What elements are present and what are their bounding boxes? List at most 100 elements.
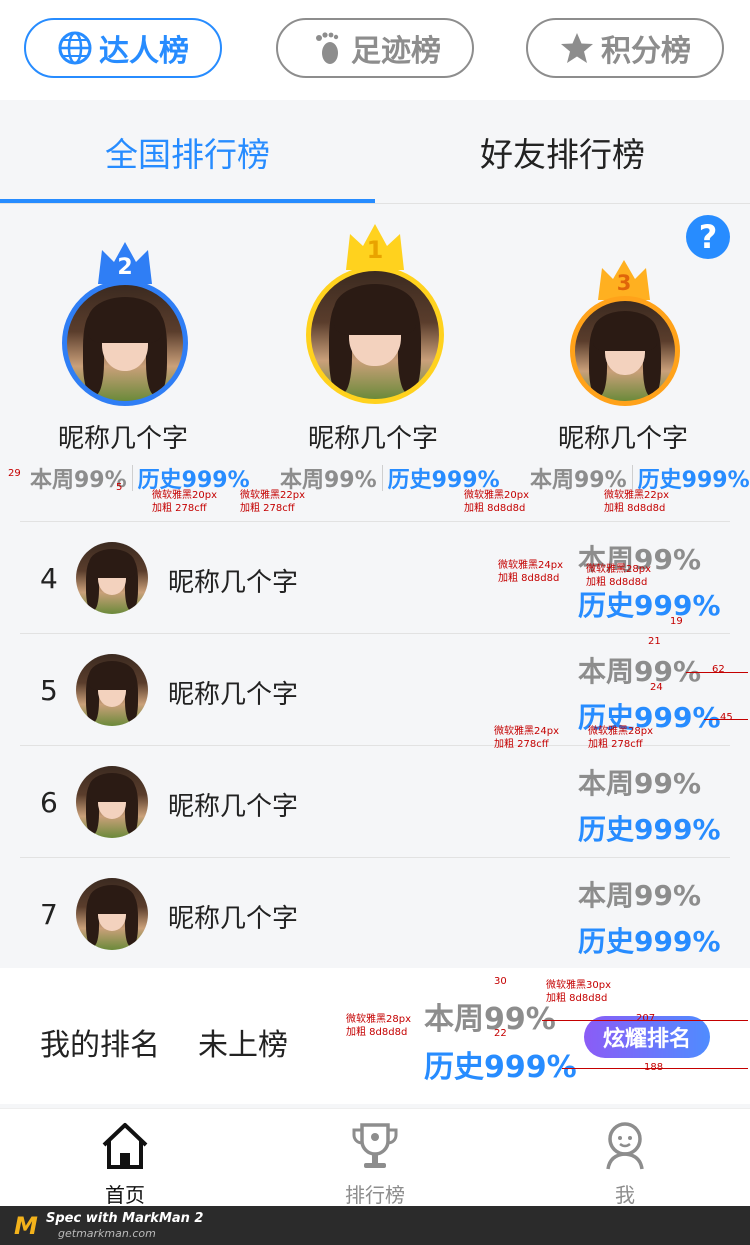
spec-note-style: 加粗 8d8d8d bbox=[546, 992, 608, 1004]
avatar bbox=[76, 878, 148, 950]
nav-ranking[interactable]: 排行榜 bbox=[250, 1109, 500, 1207]
spec-note-style: 加粗 8d8d8d bbox=[498, 572, 560, 584]
my-ranking-label: 我的排名 bbox=[40, 1028, 160, 1063]
spec-note: 微软雅黑28px 加粗 8d8d8d bbox=[586, 564, 651, 589]
podium-rank-1-number: 1 bbox=[367, 236, 384, 264]
spec-note: 微软雅黑24px 加粗 278cff bbox=[494, 726, 559, 751]
list-item[interactable]: 6 昵称几个字 本周99% 历史999% bbox=[20, 745, 730, 857]
week-percent: 本周99% bbox=[578, 767, 702, 800]
spec-dimension: 22 bbox=[494, 1028, 507, 1039]
markman-logo: M bbox=[14, 1212, 38, 1240]
spec-note-style: 加粗 278cff bbox=[588, 738, 643, 750]
spec-measure-line bbox=[562, 1068, 748, 1069]
tab-divider bbox=[0, 203, 750, 204]
spec-dimension: 5 bbox=[116, 482, 123, 493]
podium-rank-3-number: 3 bbox=[617, 271, 632, 295]
podium-name: 昵称几个字 bbox=[308, 424, 439, 454]
spec-note: 微软雅黑24px 加粗 8d8d8d bbox=[498, 560, 563, 585]
spec-dimension: 21 bbox=[648, 636, 661, 647]
spec-measure-line bbox=[686, 672, 748, 673]
tab-jifen[interactable]: 积分榜 bbox=[526, 18, 724, 78]
tab-zuji[interactable]: 足迹榜 bbox=[276, 18, 474, 78]
spec-note-style: 加粗 278cff bbox=[494, 738, 549, 750]
spec-note-font: 微软雅黑28px bbox=[346, 1014, 411, 1025]
bottom-nav: 首页 排行榜 我 bbox=[0, 1108, 750, 1207]
spec-note-font: 微软雅黑28px bbox=[588, 726, 653, 737]
rank-number: 7 bbox=[40, 898, 58, 931]
spec-note-style: 加粗 8d8d8d bbox=[586, 576, 648, 588]
stat-divider bbox=[381, 465, 383, 491]
my-week-percent: 本周99% bbox=[424, 1002, 556, 1037]
top-bar: 达人榜 足迹榜 积分榜 bbox=[0, 0, 750, 100]
spec-dimension: 30 bbox=[494, 976, 507, 987]
nav-home[interactable]: 首页 bbox=[0, 1109, 250, 1207]
user-name: 昵称几个字 bbox=[168, 904, 299, 934]
tab-friends[interactable]: 好友排行榜 bbox=[375, 100, 750, 204]
podium-name: 昵称几个字 bbox=[558, 424, 689, 454]
avatar bbox=[76, 654, 148, 726]
user-name: 昵称几个字 bbox=[168, 792, 299, 822]
spec-note-style: 加粗 8d8d8d bbox=[464, 502, 526, 514]
history-percent: 历史999% bbox=[578, 925, 721, 958]
crown-icon: 1 bbox=[346, 224, 404, 270]
markman-title: Spec with MarkMan 2 bbox=[46, 1211, 204, 1226]
spec-note-font: 微软雅黑24px bbox=[494, 726, 559, 737]
markman-url: getmarkman.com bbox=[58, 1227, 156, 1240]
tab-zuji-label: 足迹榜 bbox=[351, 34, 441, 69]
spec-note: 微软雅黑22px 加粗 8d8d8d bbox=[604, 490, 669, 515]
stat-divider bbox=[631, 465, 633, 491]
spec-note-font: 微软雅黑24px bbox=[498, 560, 563, 571]
spec-dimension: 62 bbox=[712, 664, 725, 675]
footprint-icon bbox=[316, 32, 339, 64]
spec-note-font: 微软雅黑30px bbox=[546, 980, 611, 991]
spec-note-style: 加粗 8d8d8d bbox=[346, 1026, 408, 1038]
spec-measure-line bbox=[704, 719, 748, 720]
week-percent: 本周99% bbox=[30, 468, 127, 493]
my-history-percent: 历史999% bbox=[424, 1050, 577, 1085]
trophy-icon bbox=[352, 1123, 398, 1168]
star-icon bbox=[561, 33, 593, 63]
history-percent: 历史999% bbox=[578, 813, 721, 846]
list-item[interactable]: 7 昵称几个字 本周99% 历史999% bbox=[20, 857, 730, 969]
spec-note-font: 微软雅黑22px bbox=[604, 490, 669, 501]
spec-note-style: 加粗 8d8d8d bbox=[604, 502, 666, 514]
spec-note: 微软雅黑20px 加粗 278cff bbox=[152, 490, 217, 515]
spec-note: 微软雅黑28px 加粗 8d8d8d bbox=[346, 1014, 411, 1039]
avatar bbox=[570, 296, 680, 406]
spec-note-font: 微软雅黑22px bbox=[240, 490, 305, 501]
spec-dimension: 19 bbox=[670, 616, 683, 627]
spec-note-font: 微软雅黑20px bbox=[464, 490, 529, 501]
week-percent: 本周99% bbox=[578, 879, 702, 912]
week-percent: 本周99% bbox=[578, 655, 702, 688]
spec-dimension: 29 bbox=[8, 468, 21, 479]
spec-note-font: 微软雅黑20px bbox=[152, 490, 217, 501]
user-name: 昵称几个字 bbox=[168, 680, 299, 710]
help-icon: ? bbox=[698, 218, 718, 256]
spec-measure-line bbox=[542, 1020, 748, 1021]
nav-me[interactable]: 我 bbox=[500, 1109, 750, 1207]
my-ranking-value: 未上榜 bbox=[198, 1028, 288, 1063]
spec-note: 微软雅黑20px 加粗 8d8d8d bbox=[464, 490, 529, 515]
tab-national[interactable]: 全国排行榜 bbox=[0, 100, 375, 204]
user-name: 昵称几个字 bbox=[168, 568, 299, 598]
tab-friends-label: 好友排行榜 bbox=[480, 135, 645, 174]
nav-ranking-label: 排行榜 bbox=[345, 1183, 405, 1207]
history-percent: 历史999% bbox=[578, 589, 721, 622]
spec-note: 微软雅黑30px 加粗 8d8d8d bbox=[546, 980, 611, 1005]
avatar bbox=[76, 766, 148, 838]
stat-divider bbox=[131, 465, 133, 491]
tab-daren[interactable]: 达人榜 bbox=[24, 18, 222, 78]
user-icon bbox=[606, 1122, 644, 1170]
markman-footer: M Spec with MarkMan 2 getmarkman.com bbox=[0, 1206, 750, 1245]
rank-number: 5 bbox=[40, 674, 58, 707]
nav-home-label: 首页 bbox=[105, 1183, 145, 1207]
help-button[interactable]: ? bbox=[686, 215, 730, 259]
avatar bbox=[76, 542, 148, 614]
spec-note: 微软雅黑28px 加粗 278cff bbox=[588, 726, 653, 751]
podium-rank-2-number: 2 bbox=[117, 255, 132, 280]
spec-note: 微软雅黑22px 加粗 278cff bbox=[240, 490, 305, 515]
rank-number: 6 bbox=[40, 786, 58, 819]
tab-daren-label: 达人榜 bbox=[99, 34, 189, 69]
spec-dimension: 24 bbox=[650, 682, 663, 693]
spec-note-font: 微软雅黑28px bbox=[586, 564, 651, 575]
